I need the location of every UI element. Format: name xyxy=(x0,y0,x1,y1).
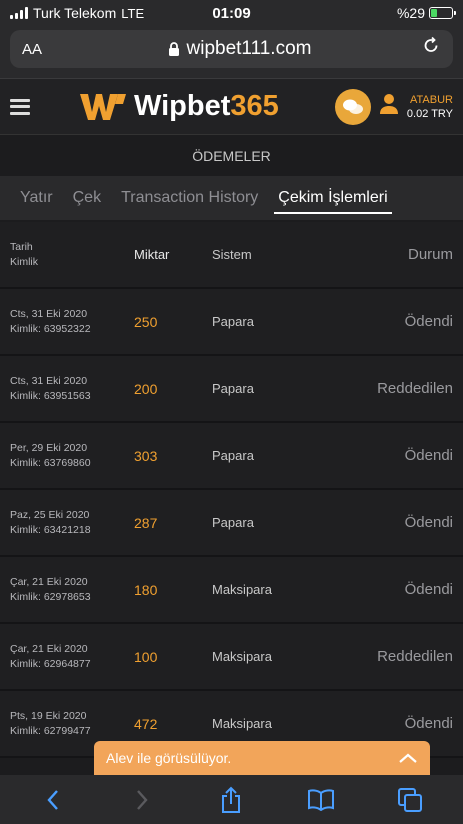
row-date: Cts, 31 Eki 2020 xyxy=(10,307,88,320)
table-row: Paz, 25 Eki 2020 Kimlik: 63421218 287 Pap… xyxy=(0,490,463,557)
table-row: Çar, 21 Eki 2020 Kimlik: 62978653 180 Mak… xyxy=(0,557,463,624)
row-id: Kimlik: 63769860 xyxy=(10,456,91,469)
live-chat-bar[interactable]: Alev ile görüsülüyor. xyxy=(94,741,430,775)
row-system: Maksipara xyxy=(212,582,272,597)
live-chat-button[interactable] xyxy=(334,88,371,125)
tabs-icon[interactable] xyxy=(390,780,430,820)
browser-bar: AA wipbet111.com xyxy=(0,26,463,78)
row-id: Kimlik: 62978653 xyxy=(10,590,91,603)
row-id: Kimlik: 62964877 xyxy=(10,657,91,670)
back-icon[interactable] xyxy=(33,780,73,820)
menu-icon[interactable] xyxy=(10,98,30,115)
row-status: Ödendi xyxy=(404,447,453,464)
row-date: Pts, 19 Eki 2020 xyxy=(10,709,87,722)
table-header: Tarih Kimlik Miktar Sistem Durum xyxy=(0,222,463,289)
col-status-header: Durum xyxy=(407,246,453,263)
row-date: Paz, 25 Eki 2020 xyxy=(10,508,90,521)
site-header: Wipbet365 ATABUR 0.02 TRY xyxy=(0,78,463,134)
row-date: Per, 29 Eki 2020 xyxy=(10,441,88,454)
row-amount: 472 xyxy=(134,715,158,732)
chevron-up-icon[interactable] xyxy=(398,748,418,769)
row-date: Çar, 21 Eki 2020 xyxy=(10,575,88,588)
row-status: Reddedilen xyxy=(377,380,453,397)
table-row: Cts, 31 Eki 2020 Kimlik: 63952322 250 Pap… xyxy=(0,289,463,356)
row-system: Papara xyxy=(212,314,254,329)
row-status: Ödendi xyxy=(404,514,453,531)
row-status: Ödendi xyxy=(404,313,453,330)
row-system: Papara xyxy=(212,515,254,530)
row-status: Ödendi xyxy=(404,581,453,598)
row-system: Maksipara xyxy=(212,716,272,731)
row-date: Cts, 31 Eki 2020 xyxy=(10,374,88,387)
row-amount: 180 xyxy=(134,581,158,598)
text-size-button[interactable]: AA xyxy=(22,41,62,58)
table-row: Çar, 21 Eki 2020 Kimlik: 62964877 100 Mak… xyxy=(0,624,463,691)
signal-icon xyxy=(10,7,28,19)
row-system: Papara xyxy=(212,448,254,463)
row-amount: 303 xyxy=(134,447,158,464)
col-amount-header: Miktar xyxy=(134,247,170,262)
withdrawals-table: Tarih Kimlik Miktar Sistem Durum Cts, 31 … xyxy=(0,222,463,758)
row-system: Papara xyxy=(212,381,254,396)
site-logo[interactable]: Wipbet365 xyxy=(78,90,279,123)
row-id: Kimlik: 63951563 xyxy=(10,389,91,402)
lock-icon xyxy=(168,41,179,56)
row-id: Kimlik: 62799477 xyxy=(10,724,91,737)
battery-icon xyxy=(429,7,456,19)
clock: 01:09 xyxy=(212,4,251,22)
tab-transaction-history[interactable]: Transaction History xyxy=(111,176,268,220)
row-status: Ödendi xyxy=(404,715,453,732)
row-amount: 100 xyxy=(134,648,158,665)
reload-icon[interactable] xyxy=(417,36,441,62)
row-amount: 200 xyxy=(134,380,158,397)
url-text: wipbet111.com xyxy=(186,38,312,59)
user-info[interactable]: ATABUR 0.02 TRY xyxy=(407,93,453,121)
row-status: Reddedilen xyxy=(377,648,453,665)
username: ATABUR xyxy=(410,93,453,106)
col-system-header: Sistem xyxy=(212,247,252,262)
status-bar: Turk Telekom LTE 01:09 %29 xyxy=(0,0,463,26)
logo-text: Wipbet xyxy=(134,90,231,122)
forward-icon[interactable] xyxy=(122,780,162,820)
page-title: ÖDEMELER xyxy=(0,134,463,176)
logo-mark-icon xyxy=(80,93,126,120)
user-icon[interactable] xyxy=(379,93,399,121)
row-date: Çar, 21 Eki 2020 xyxy=(10,642,88,655)
row-system: Maksipara xyxy=(212,649,272,664)
table-row: Per, 29 Eki 2020 Kimlik: 63769860 303 Pap… xyxy=(0,423,463,490)
col-id-header: Kimlik xyxy=(10,255,38,268)
row-amount: 250 xyxy=(134,313,158,330)
battery-percent: %29 xyxy=(396,5,425,21)
network-type: LTE xyxy=(121,5,145,21)
address-bar[interactable]: AA wipbet111.com xyxy=(10,30,453,68)
bookmarks-icon[interactable] xyxy=(301,780,341,820)
col-date-header: Tarih xyxy=(10,240,33,253)
tab-cekim-islemleri[interactable]: Çekim İşlemleri xyxy=(268,176,397,220)
balance: 0.02 TRY xyxy=(406,107,453,120)
tab-cek[interactable]: Çek xyxy=(63,176,111,220)
payment-tabs: Yatır Çek Transaction History Çekim İşle… xyxy=(0,176,463,220)
chat-status-text: Alev ile görüsülüyor. xyxy=(106,750,232,766)
share-icon[interactable] xyxy=(211,780,251,820)
logo-number: 365 xyxy=(230,90,279,122)
row-amount: 287 xyxy=(134,514,158,531)
browser-toolbar xyxy=(0,775,463,824)
chat-bubbles-icon xyxy=(342,99,363,114)
carrier-name: Turk Telekom xyxy=(33,5,117,21)
row-id: Kimlik: 63952322 xyxy=(10,322,91,335)
table-row: Cts, 31 Eki 2020 Kimlik: 63951563 200 Pap… xyxy=(0,356,463,423)
tab-yatir[interactable]: Yatır xyxy=(10,176,63,220)
row-id: Kimlik: 63421218 xyxy=(10,523,91,536)
